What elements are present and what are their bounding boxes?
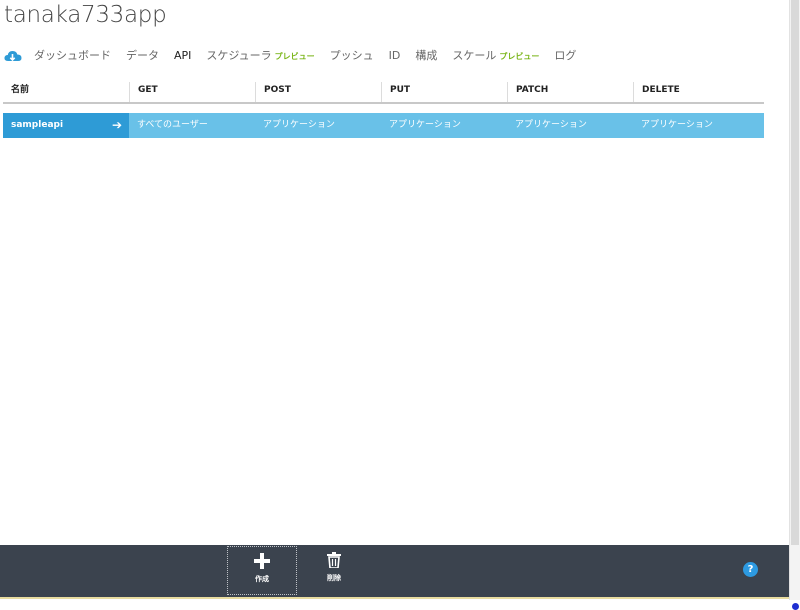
nav-item-dashboard[interactable]: ダッシュボード <box>34 47 111 63</box>
column-header-get[interactable]: GET <box>129 82 255 102</box>
nav-item-push[interactable]: プッシュ <box>330 47 374 63</box>
nav-item-identity[interactable]: ID <box>389 49 401 62</box>
api-table: 名前 GET POST PUT PATCH DELETE sampleapi ➔… <box>3 82 764 138</box>
get-permission-cell: すべてのユーザー <box>137 120 208 130</box>
api-name-cell[interactable]: sampleapi ➔ <box>3 113 129 138</box>
table-header: 名前 GET POST PUT PATCH DELETE <box>3 82 764 104</box>
patch-permission-cell: アプリケーション <box>515 120 587 130</box>
create-label: 作成 <box>255 575 269 583</box>
nav-bar: ダッシュボード データ API スケジューラ プレビュー プッシュ ID 構成 ス… <box>4 46 591 64</box>
nav-item-logs[interactable]: ログ <box>554 47 576 63</box>
nav-item-scheduler[interactable]: スケジューラ プレビュー <box>206 47 314 63</box>
app-title: tanaka733app <box>4 2 167 28</box>
post-permission-cell: アプリケーション <box>263 120 335 130</box>
column-header-patch[interactable]: PATCH <box>507 82 633 102</box>
column-header-name[interactable]: 名前 <box>3 82 129 102</box>
nav-item-scale[interactable]: スケール プレビュー <box>452 47 539 63</box>
nav-item-api[interactable]: API <box>174 49 191 62</box>
preview-badge: プレビュー <box>499 52 540 61</box>
column-header-post[interactable]: POST <box>255 82 381 102</box>
create-button[interactable]: 作成 <box>227 546 297 595</box>
delete-button[interactable]: 削除 <box>299 546 369 595</box>
footer-divider <box>0 597 789 599</box>
scrollbar-thumb[interactable] <box>791 0 799 545</box>
help-icon[interactable]: ? <box>743 562 758 577</box>
api-name: sampleapi <box>11 120 64 130</box>
put-permission-cell: アプリケーション <box>389 120 461 130</box>
table-row[interactable]: sampleapi ➔ すべてのユーザー アプリケーション アプリケーション ア… <box>3 113 764 138</box>
cloud-icon[interactable] <box>4 48 22 62</box>
preview-badge: プレビュー <box>274 52 315 61</box>
plus-icon <box>254 553 270 569</box>
nav-item-configure[interactable]: 構成 <box>415 47 437 63</box>
command-bar: 作成 削除 ? <box>0 545 789 597</box>
delete-permission-cell: アプリケーション <box>641 120 713 130</box>
column-header-put[interactable]: PUT <box>381 82 507 102</box>
status-dot <box>792 603 799 610</box>
arrow-right-icon[interactable]: ➔ <box>112 113 122 138</box>
column-header-delete[interactable]: DELETE <box>633 82 764 102</box>
trash-icon <box>327 552 341 568</box>
delete-label: 削除 <box>327 574 341 582</box>
nav-item-data[interactable]: データ <box>126 47 159 63</box>
